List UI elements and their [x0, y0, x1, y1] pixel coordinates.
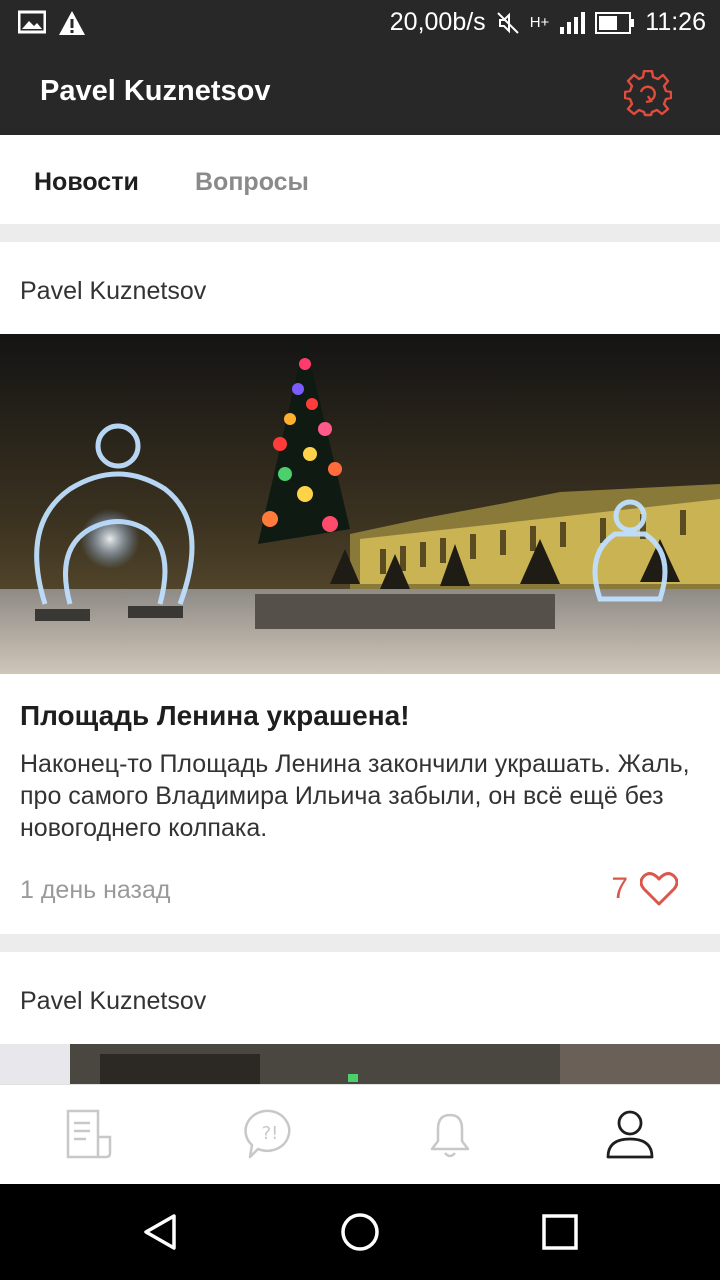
profile-icon[interactable]	[602, 1107, 658, 1163]
svg-text:?!: ?!	[262, 1123, 279, 1144]
post-title[interactable]: Площадь Ленина украшена!	[20, 700, 410, 732]
news-icon[interactable]	[62, 1107, 118, 1163]
app-title: Pavel Kuznetsov	[40, 75, 271, 107]
tab-news[interactable]: Новости	[34, 168, 139, 197]
heart-icon[interactable]	[640, 872, 678, 906]
bell-icon[interactable]	[422, 1107, 478, 1163]
system-nav	[0, 1184, 720, 1280]
feed-card[interactable]: Pavel Kuznetsov	[0, 242, 720, 934]
image-icon	[18, 10, 46, 34]
feed-card[interactable]: Pavel Kuznetsov	[0, 952, 720, 1084]
like-button[interactable]: 7	[611, 872, 678, 906]
home-icon[interactable]	[338, 1210, 382, 1254]
post-time: 1 день назад	[20, 876, 171, 904]
post-photo[interactable]	[0, 334, 720, 674]
tab-bar: Новости Вопросы	[0, 135, 720, 224]
questions-icon[interactable]: ?!	[242, 1107, 298, 1163]
back-icon[interactable]	[138, 1210, 182, 1254]
like-count: 7	[611, 872, 628, 905]
bottom-nav: ?!	[0, 1084, 720, 1185]
settings-icon[interactable]	[624, 70, 672, 118]
recents-icon[interactable]	[538, 1210, 582, 1254]
battery-icon	[595, 11, 635, 34]
signal-icon	[560, 11, 586, 34]
post-author[interactable]: Pavel Kuznetsov	[20, 277, 206, 306]
post-author[interactable]: Pavel Kuznetsov	[20, 987, 206, 1016]
mute-icon	[496, 11, 519, 34]
warning-icon	[59, 11, 85, 35]
clock: 11:26	[645, 8, 706, 36]
status-bar: 20,00b/s H+ 11:26	[0, 0, 720, 48]
net-speed: 20,00b/s	[389, 8, 486, 36]
app-bar: Pavel Kuznetsov	[0, 48, 720, 135]
signal-label: H+	[529, 14, 550, 31]
tab-questions[interactable]: Вопросы	[195, 168, 309, 197]
post-text: Наконец-то Площадь Ленина закончили укра…	[20, 750, 690, 842]
post-photo[interactable]	[0, 1044, 720, 1084]
